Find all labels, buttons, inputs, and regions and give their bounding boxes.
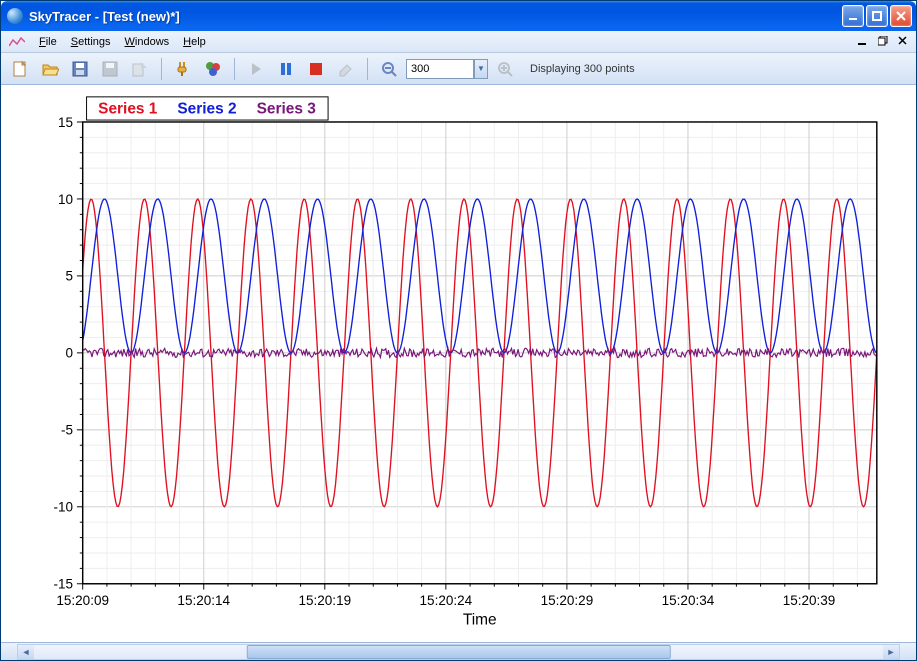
chart-doc-icon: [9, 36, 25, 48]
menu-windows[interactable]: Windows: [125, 36, 170, 48]
scroll-left-button[interactable]: ◄: [18, 645, 34, 659]
scroll-thumb[interactable]: [246, 645, 671, 659]
plug-icon: [174, 60, 192, 78]
zoom-out-button[interactable]: [376, 56, 402, 82]
close-icon: [898, 36, 908, 46]
zoom-in-button[interactable]: [492, 56, 518, 82]
svg-text:15:20:29: 15:20:29: [541, 593, 594, 608]
svg-text:Series 2: Series 2: [177, 100, 236, 117]
svg-text:5: 5: [66, 269, 74, 284]
scroll-right-button[interactable]: ►: [883, 645, 899, 659]
menu-file[interactable]: File: [39, 36, 57, 48]
svg-text:Series 3: Series 3: [257, 100, 317, 117]
points-input[interactable]: [406, 59, 474, 79]
svg-text:-15: -15: [53, 577, 73, 592]
new-file-icon: [11, 60, 29, 78]
zoom-in-icon: [496, 60, 514, 78]
svg-text:15:20:34: 15:20:34: [662, 593, 715, 608]
svg-text:Time: Time: [463, 611, 497, 628]
zoom-out-icon: [380, 60, 398, 78]
window-controls: [842, 5, 916, 27]
menu-settings[interactable]: Settings: [71, 36, 111, 48]
client-area: -15 -10 -5 0 5 10 15 15:20:09 15:20:14 15:20:19 15…: [1, 85, 916, 642]
mdi-minimize-button[interactable]: [856, 34, 870, 48]
app-icon: [7, 8, 23, 24]
save-button[interactable]: [67, 56, 93, 82]
play-button[interactable]: [243, 56, 269, 82]
play-icon: [247, 60, 265, 78]
scroll-track[interactable]: [34, 645, 883, 659]
toolbar-separator: [161, 58, 162, 80]
svg-text:15:20:09: 15:20:09: [56, 593, 109, 608]
stop-button[interactable]: [303, 56, 329, 82]
application-window: SkyTracer - [Test (new)*] File Settings …: [0, 0, 917, 661]
svg-text:15:20:24: 15:20:24: [420, 593, 473, 608]
close-button[interactable]: [890, 5, 912, 27]
svg-text:10: 10: [58, 192, 73, 207]
svg-text:15:20:39: 15:20:39: [783, 593, 836, 608]
pause-icon: [277, 60, 295, 78]
points-dropdown-button[interactable]: ▼: [474, 59, 488, 79]
toolbar: ▼ Displaying 300 points: [1, 53, 916, 85]
mdi-restore-button[interactable]: [876, 34, 890, 48]
menubar: File Settings Windows Help: [1, 31, 916, 53]
connect-button[interactable]: [170, 56, 196, 82]
pause-button[interactable]: [273, 56, 299, 82]
save-icon: [71, 60, 89, 78]
svg-text:15:20:19: 15:20:19: [298, 593, 351, 608]
toolbar-separator: [234, 58, 235, 80]
restore-icon: [878, 36, 888, 46]
chevron-left-icon: ◄: [22, 647, 31, 657]
chevron-right-icon: ►: [887, 647, 896, 657]
export-icon: [131, 60, 149, 78]
mdi-close-button[interactable]: [896, 34, 910, 48]
close-icon: [896, 11, 906, 21]
points-combo[interactable]: ▼: [406, 59, 488, 79]
modules-button[interactable]: [200, 56, 226, 82]
toolbar-separator: [367, 58, 368, 80]
mdi-controls: [856, 34, 910, 48]
chart-container: -15 -10 -5 0 5 10 15 15:20:09 15:20:14 15:20:19 15…: [11, 93, 906, 634]
svg-text:0: 0: [66, 346, 74, 361]
points-status-label: Displaying 300 points: [530, 63, 635, 75]
open-button[interactable]: [37, 56, 63, 82]
modules-icon: [204, 60, 222, 78]
new-button[interactable]: [7, 56, 33, 82]
maximize-icon: [872, 11, 882, 21]
eraser-icon: [337, 60, 355, 78]
export-button[interactable]: [127, 56, 153, 82]
save-as-button[interactable]: [97, 56, 123, 82]
titlebar[interactable]: SkyTracer - [Test (new)*]: [1, 1, 916, 31]
save-as-icon: [101, 60, 119, 78]
chevron-down-icon: ▼: [477, 64, 485, 73]
horizontal-scrollbar[interactable]: ◄ ►: [17, 644, 900, 660]
chart[interactable]: -15 -10 -5 0 5 10 15 15:20:09 15:20:14 15:20:19 15…: [11, 93, 906, 634]
minimize-button[interactable]: [842, 5, 864, 27]
menu-help[interactable]: Help: [183, 36, 206, 48]
svg-text:15: 15: [58, 115, 73, 130]
folder-open-icon: [41, 60, 59, 78]
minimize-icon: [858, 36, 868, 46]
svg-text:Series 1: Series 1: [98, 100, 158, 117]
maximize-button[interactable]: [866, 5, 888, 27]
svg-text:-10: -10: [53, 500, 73, 515]
statusbar: ◄ ►: [1, 642, 916, 660]
svg-text:-5: -5: [61, 423, 73, 438]
clear-button[interactable]: [333, 56, 359, 82]
stop-icon: [307, 60, 325, 78]
svg-text:15:20:14: 15:20:14: [177, 593, 230, 608]
window-title: SkyTracer - [Test (new)*]: [29, 9, 180, 24]
minimize-icon: [848, 11, 858, 21]
